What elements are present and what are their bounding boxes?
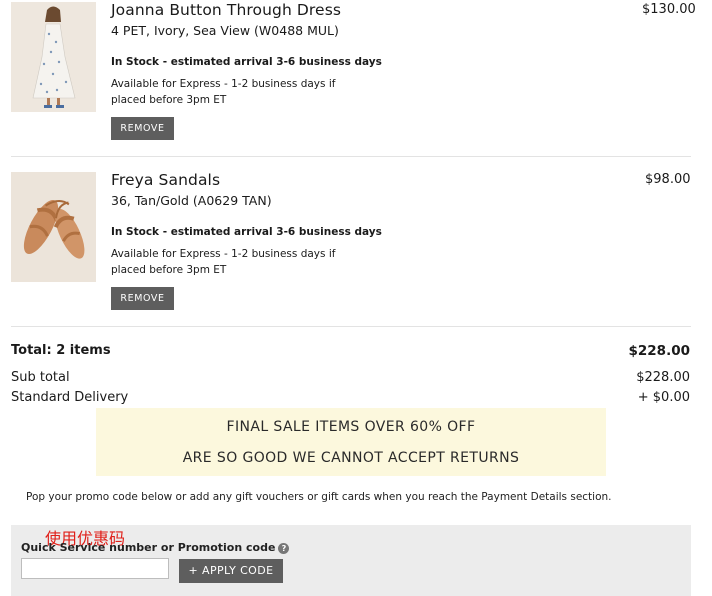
item-variant: 4 PET, Ivory, Sea View (W0488 MUL) xyxy=(111,23,339,38)
subtotal-label: Sub total xyxy=(11,370,70,385)
help-icon[interactable]: ? xyxy=(278,542,290,554)
dress-photo-icon xyxy=(11,2,96,112)
delivery-label: Standard Delivery xyxy=(11,390,129,405)
total-value: $228.00 xyxy=(628,343,691,359)
promo-code-label-text: Quick Service number or Promotion code xyxy=(21,541,276,554)
promo-code-input[interactable] xyxy=(21,558,169,579)
item-name[interactable]: Freya Sandals xyxy=(111,171,220,189)
delivery-value: + $0.00 xyxy=(637,390,690,405)
banner-line-1: FINAL SALE ITEMS OVER 60% OFF xyxy=(226,419,476,435)
total-items-label: Total: 2 items xyxy=(11,343,111,358)
item-name[interactable]: Joanna Button Through Dress xyxy=(111,1,341,19)
item-express-note: Available for Express - 1-2 business day… xyxy=(111,78,336,106)
remove-button[interactable]: REMOVE xyxy=(111,287,174,310)
remove-button[interactable]: REMOVE xyxy=(111,117,174,140)
promo-code-label: Quick Service number or Promotion code? xyxy=(21,541,290,554)
promo-note: Pop your promo code below or add any gif… xyxy=(26,491,612,503)
banner-line-2: ARE SO GOOD WE CANNOT ACCEPT RETURNS xyxy=(182,450,520,466)
item-variant: 36, Tan/Gold (A0629 TAN) xyxy=(111,193,272,208)
item-price: $98.00 xyxy=(645,172,691,187)
apply-code-button[interactable]: + APPLY CODE xyxy=(179,559,283,583)
divider xyxy=(11,326,691,327)
item-stock-status: In Stock - estimated arrival 3-6 busines… xyxy=(111,226,382,238)
subtotal-value: $228.00 xyxy=(636,370,690,385)
sandals-photo-icon xyxy=(11,172,96,282)
item-stock-status: In Stock - estimated arrival 3-6 busines… xyxy=(111,56,382,68)
divider xyxy=(11,156,691,157)
item-express-note: Available for Express - 1-2 business day… xyxy=(111,248,336,276)
final-sale-banner: FINAL SALE ITEMS OVER 60% OFF ARE SO GOO… xyxy=(96,408,606,476)
item-price: $130.00 xyxy=(642,2,696,17)
sandals-product-image[interactable] xyxy=(11,172,96,282)
dress-product-image[interactable] xyxy=(11,2,96,112)
